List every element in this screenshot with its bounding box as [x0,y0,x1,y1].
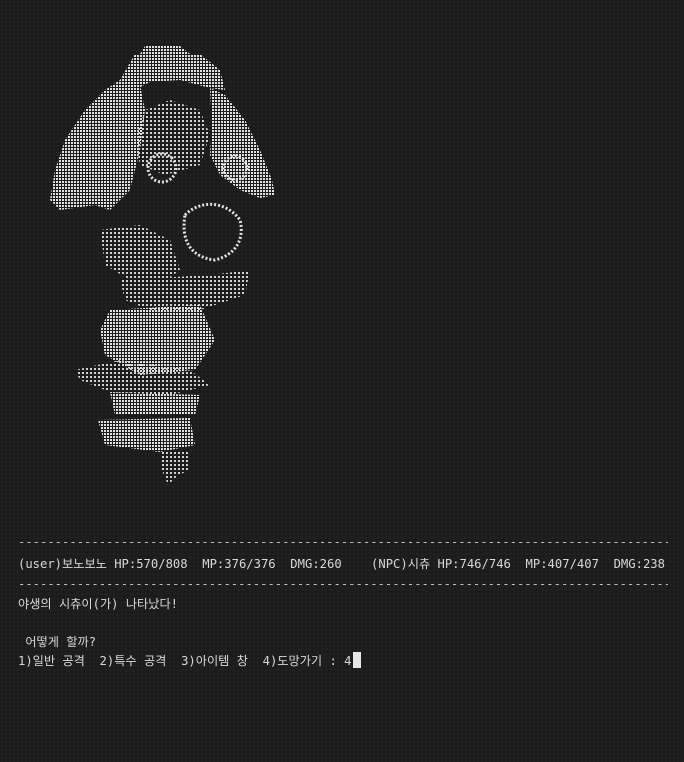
action-prompt: 어떻게 할까? [18,635,97,649]
status-line: (user)보노보노 HP:570/808 MP:376/376 DMG:260… [18,555,665,573]
encounter-message: 야생의 시츄이(가) 나타났다! [18,597,179,611]
status-spacer [342,557,371,571]
terminal-window: ----------------------------------------… [0,0,684,762]
action-menu[interactable]: 1)일반 공격 2)특수 공격 3)아이템 창 4)도망가기 : 4 [18,652,361,670]
command-input[interactable]: 4 [344,654,351,668]
status-divider-top: ----------------------------------------… [18,535,668,549]
user-status: (user)보노보노 HP:570/808 MP:376/376 DMG:260 [18,557,342,571]
shih-tzu-ascii-art-icon [50,46,275,485]
status-divider-bottom: ----------------------------------------… [18,577,668,591]
text-cursor-icon [352,652,361,668]
npc-status: (NPC)시츄 HP:746/746 MP:407/407 DMG:238 [371,557,665,571]
menu-options: 1)일반 공격 2)특수 공격 3)아이템 창 4)도망가기 : [18,654,345,668]
